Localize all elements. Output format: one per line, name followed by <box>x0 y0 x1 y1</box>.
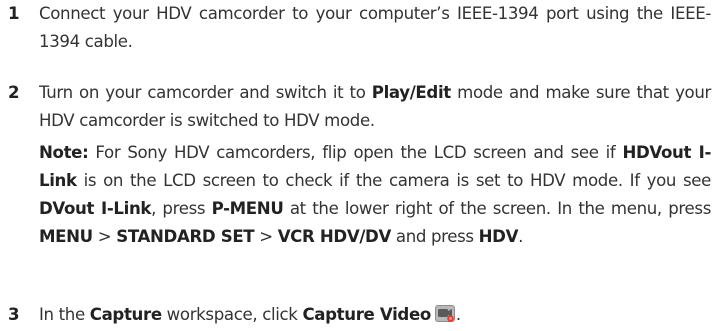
step-number: 3 <box>8 305 20 324</box>
step-text: Connect your HDV camcorder to your compu… <box>39 0 711 56</box>
step-number: 2 <box>8 83 20 102</box>
text: at the lower right of the screen. In the… <box>283 199 711 218</box>
text: > <box>92 227 117 246</box>
instructions-page: 1 Connect your HDV camcorder to your com… <box>0 0 715 331</box>
p-menu-term: P-MENU <box>211 199 284 218</box>
hdv-term: HDV <box>478 227 519 246</box>
text: Turn on your camcorder and switch it to <box>39 83 372 102</box>
dvout-ilink-term: DVout I-Link <box>39 199 152 218</box>
vcr-hdv-dv-term: VCR HDV/DV <box>277 227 392 246</box>
text: and press <box>390 227 479 246</box>
play-edit-term: Play/Edit <box>371 83 451 102</box>
note-paragraph: Note: For Sony HDV camcorders, flip open… <box>39 139 711 251</box>
standard-set-term: STANDARD SET <box>116 227 255 246</box>
text: workspace, click <box>161 305 303 324</box>
text: . <box>455 305 461 324</box>
text: For Sony HDV camcorders, flip open the L… <box>88 143 623 162</box>
step-1-text: Connect your HDV camcorder to your compu… <box>39 4 711 51</box>
capture-video-icon <box>434 304 456 331</box>
capture-term: Capture <box>89 305 162 324</box>
menu-term: MENU <box>39 227 93 246</box>
note-label: Note: <box>39 143 89 162</box>
text: , press <box>151 199 212 218</box>
text: is on the LCD screen to check if the cam… <box>76 171 712 190</box>
capture-video-term: Capture Video <box>302 305 431 324</box>
text: In the <box>39 305 90 324</box>
text: > <box>254 227 278 246</box>
step-text: In the Capture workspace, click Capture … <box>39 301 711 331</box>
text: . <box>518 227 524 246</box>
step-number: 1 <box>8 4 20 23</box>
step-text: Turn on your camcorder and switch it to … <box>39 79 711 135</box>
